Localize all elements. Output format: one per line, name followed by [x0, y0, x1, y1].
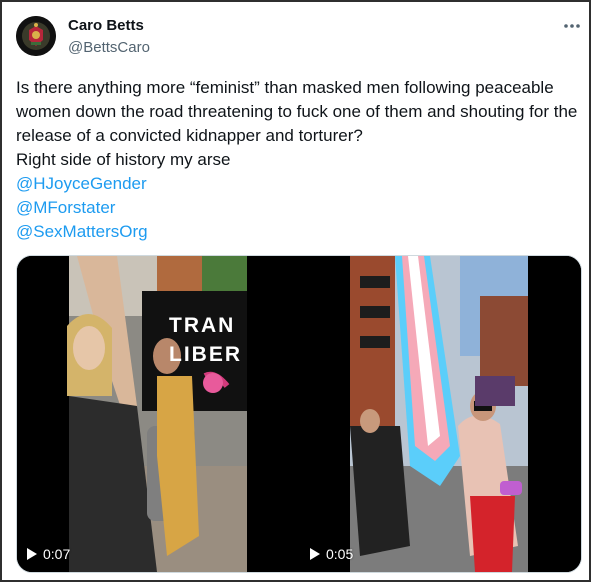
video-duration: 0:05: [326, 546, 354, 562]
mention-link[interactable]: @HJoyceGender: [16, 172, 582, 196]
video-thumbnail-2[interactable]: 0:05: [300, 256, 581, 572]
mention-link[interactable]: @SexMattersOrg: [16, 220, 582, 244]
video-1-frame: [17, 256, 298, 572]
avatar-crest-icon: [16, 16, 56, 56]
video-thumbnail-1[interactable]: TRAN LIBER 0:07: [17, 256, 298, 572]
play-icon: [310, 548, 320, 560]
media-grid: TRAN LIBER 0:07 0:05: [16, 255, 582, 573]
tweet-card: Caro Betts @BettsCaro Is there anything …: [0, 0, 591, 582]
banner-line-2: LIBER: [169, 343, 242, 366]
author-handle[interactable]: @BettsCaro: [68, 39, 150, 56]
tweet-text: Is there anything more “feminist” than m…: [16, 76, 582, 244]
author-display-name[interactable]: Caro Betts: [68, 17, 144, 34]
banner-text: TRAN LIBER: [169, 311, 242, 369]
author-avatar[interactable]: [16, 16, 56, 56]
tweet-line2: Right side of history my arse: [16, 150, 231, 169]
tweet-paragraph: Is there anything more “feminist” than m…: [16, 78, 578, 145]
video-duration: 0:07: [43, 546, 71, 562]
banner-line-1: TRAN: [169, 314, 236, 337]
video-2-frame: [300, 256, 581, 572]
mention-link[interactable]: @MForstater: [16, 196, 582, 220]
play-icon: [27, 548, 37, 560]
more-options-icon[interactable]: [560, 14, 584, 38]
video-2-duration-overlay: 0:05: [310, 546, 353, 562]
video-1-duration-overlay: 0:07: [27, 546, 70, 562]
